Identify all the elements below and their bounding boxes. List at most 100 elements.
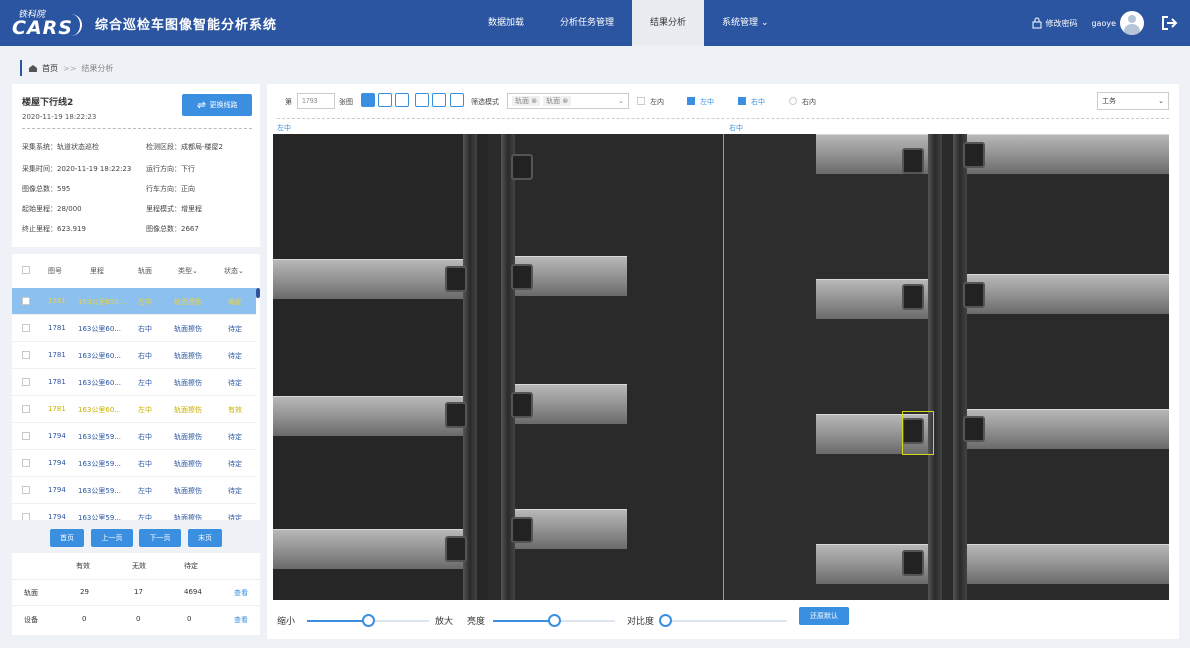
- fastener: [963, 142, 985, 168]
- contrast-slider-handle[interactable]: [659, 614, 672, 627]
- checkbox-left-middle[interactable]: [687, 97, 695, 105]
- zoom-in-label: 放大: [435, 617, 454, 627]
- cell-pos: 左中: [138, 379, 152, 387]
- breadcrumb-home[interactable]: 首页: [42, 63, 58, 74]
- list-scrollbar[interactable]: [256, 288, 260, 298]
- change-password-link[interactable]: 修改密码: [1032, 17, 1077, 29]
- th-status[interactable]: 状态⌄: [224, 266, 244, 276]
- reset-default-button[interactable]: 还原默认: [799, 607, 849, 625]
- chevron-down-icon: ⌄: [618, 97, 624, 105]
- first-page-button[interactable]: 首页: [50, 529, 84, 547]
- logout-icon[interactable]: [1162, 16, 1178, 30]
- fastener: [963, 282, 985, 308]
- defect-list-panel: 图号 里程 轨面 类型⌄ 状态⌄ 1781 163公里650... 左中 轨面擦伤 确定…: [12, 254, 260, 520]
- row-checkbox[interactable]: [22, 459, 30, 467]
- nav-result-analysis[interactable]: 结果分析: [632, 0, 705, 46]
- cell-no: 1781: [48, 351, 66, 359]
- fastener: [511, 392, 533, 418]
- checkbox-left-middle-label: 左中: [700, 98, 714, 106]
- row-checkbox[interactable]: [22, 297, 30, 305]
- th-km: 里程: [90, 267, 104, 275]
- table-row[interactable]: 1781 163公里60... 左中 轨面擦伤 有效: [12, 396, 256, 423]
- rotate-icon[interactable]: [361, 93, 375, 107]
- save-icon[interactable]: [415, 93, 429, 107]
- zoom-slider-handle[interactable]: [362, 614, 375, 627]
- table-row[interactable]: 1794 163公里59... 左中 轨面擦伤 待定: [12, 504, 256, 520]
- row-checkbox[interactable]: [22, 378, 30, 386]
- cell-km: 163公里59...: [78, 514, 121, 520]
- cell-type: 轨面擦伤: [174, 487, 202, 495]
- avatar[interactable]: [1120, 11, 1144, 35]
- prev-page-button[interactable]: 上一页: [91, 529, 133, 547]
- cell-type: 轨面擦伤: [174, 325, 202, 333]
- cell-no: 1794: [48, 486, 66, 494]
- row-checkbox[interactable]: [22, 405, 30, 413]
- track-image-area[interactable]: [273, 134, 1169, 600]
- cell-pos: 右中: [138, 433, 152, 441]
- checkbox-right-middle[interactable]: [738, 97, 746, 105]
- page-number-input[interactable]: [297, 93, 335, 109]
- change-line-button[interactable]: 更换线路: [182, 94, 252, 116]
- field-section: 检测区段：成都局-楼屋2: [146, 143, 223, 151]
- stats-view-link[interactable]: 查看: [234, 615, 248, 625]
- cars-logo: 铁科院 CARS: [12, 8, 82, 39]
- th-type[interactable]: 类型⌄: [178, 266, 198, 276]
- select-all-checkbox[interactable]: [22, 266, 30, 274]
- checkbox-right-inner[interactable]: [789, 97, 797, 105]
- cell-pos: 右中: [138, 460, 152, 468]
- contrast-slider-track[interactable]: [665, 620, 787, 622]
- table-row[interactable]: 1794 163公里59... 左中 轨面擦伤 待定: [12, 477, 256, 504]
- filter-select[interactable]: 轨面 ⊗ 轨面 ⊗ ⌄: [507, 93, 629, 109]
- nav-data-load[interactable]: 数据加载: [470, 0, 542, 46]
- search-icon[interactable]: [378, 93, 392, 107]
- cell-status: 待定: [228, 352, 242, 360]
- row-checkbox[interactable]: [22, 432, 30, 440]
- field-total: 图像总数：595: [22, 185, 71, 193]
- table-row[interactable]: 1794 163公里59... 右中 轨面擦伤 待定: [12, 423, 256, 450]
- page-unit: 张图: [339, 98, 353, 106]
- top-header: 铁科院 CARS 综合巡检车图像智能分析系统 数据加载 分析任务管理 结果分析 …: [0, 0, 1190, 46]
- field-mode: 里程模式：增里程: [146, 205, 202, 213]
- cell-pos: 左中: [138, 487, 152, 495]
- filter-tag[interactable]: 轨面 ⊗: [512, 96, 541, 106]
- stats-view-link[interactable]: 查看: [234, 588, 248, 598]
- th-pos: 轨面: [138, 267, 152, 275]
- home-icon: [29, 64, 37, 72]
- cell-status: 有效: [228, 406, 242, 414]
- zoom-out-label: 缩小: [277, 617, 296, 627]
- cell-km: 163公里60...: [78, 379, 121, 387]
- row-checkbox[interactable]: [22, 324, 30, 332]
- th-no: 图号: [48, 267, 62, 275]
- sleeper: [967, 544, 1169, 584]
- export-icon[interactable]: [450, 93, 464, 107]
- nav-system-manage[interactable]: 系统管理 ⌄: [704, 0, 786, 46]
- fastener: [963, 416, 985, 442]
- cell-type: 轨面擦伤: [174, 433, 202, 441]
- table-row[interactable]: 1781 163公里60... 右中 轨面擦伤 待定: [12, 342, 256, 369]
- row-checkbox[interactable]: [22, 513, 30, 520]
- table-row[interactable]: 1781 163公里60... 左中 轨面擦伤 待定: [12, 369, 256, 396]
- checkbox-left-inner[interactable]: [637, 97, 645, 105]
- filter-tag[interactable]: 轨面 ⊗: [543, 96, 572, 106]
- image-icon[interactable]: [432, 93, 446, 107]
- table-row[interactable]: 1781 163公里650... 左中 轨面擦伤 确定: [12, 288, 256, 315]
- sleeper: [273, 396, 463, 436]
- row-checkbox[interactable]: [22, 486, 30, 494]
- stats-valid: 29: [80, 588, 89, 596]
- table-row[interactable]: 1794 163公里59... 右中 轨面擦伤 待定: [12, 450, 256, 477]
- next-page-button[interactable]: 下一页: [139, 529, 181, 547]
- field-images: 图像总数：2667: [146, 225, 199, 233]
- zoom-icon[interactable]: [395, 93, 409, 107]
- nav-task-manage[interactable]: 分析任务管理: [542, 0, 632, 46]
- chevron-down-icon: ⌄: [760, 18, 769, 28]
- field-start-km: 起始里程：28/000: [22, 205, 82, 213]
- defect-marker[interactable]: [902, 411, 934, 455]
- cell-no: 1781: [48, 297, 66, 305]
- cell-status: 待定: [228, 460, 242, 468]
- table-row[interactable]: 1781 163公里60... 右中 轨面擦伤 待定: [12, 315, 256, 342]
- brightness-slider-handle[interactable]: [548, 614, 561, 627]
- dept-select[interactable]: 工务 ⌄: [1097, 92, 1169, 110]
- track-image-left-middle: [501, 134, 723, 600]
- last-page-button[interactable]: 末页: [188, 529, 222, 547]
- row-checkbox[interactable]: [22, 351, 30, 359]
